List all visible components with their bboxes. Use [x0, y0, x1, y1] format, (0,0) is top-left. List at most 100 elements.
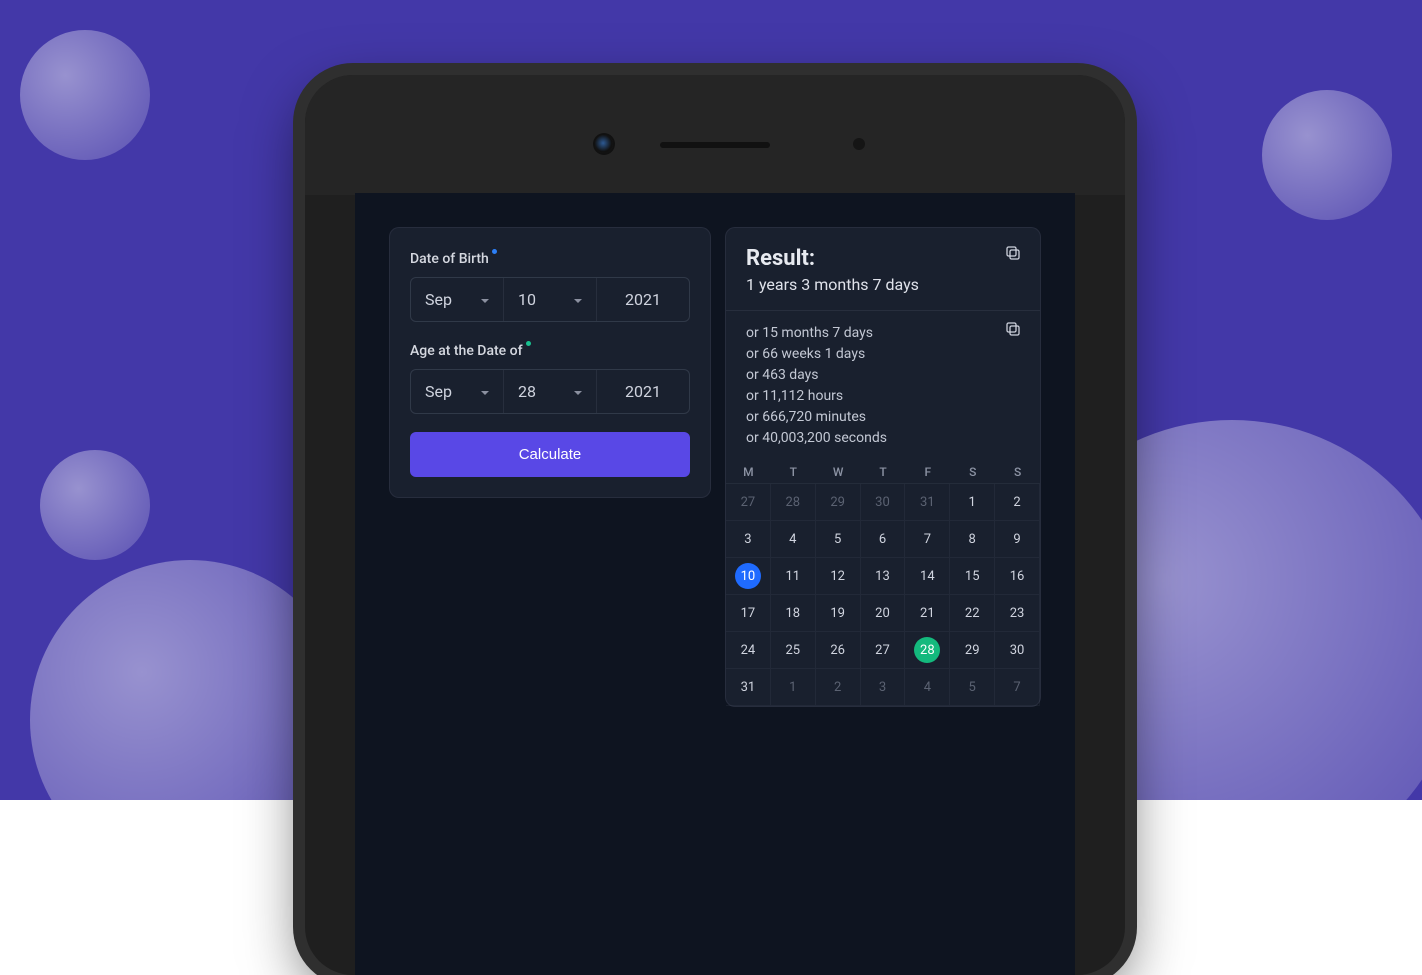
- copy-icon: [1004, 320, 1022, 338]
- calendar-day[interactable]: 28: [771, 484, 816, 521]
- result-line: or 666,720 minutes: [746, 407, 1020, 428]
- calendar-dow: M: [726, 465, 771, 479]
- calendar-dow: T: [861, 465, 906, 479]
- calendar-day[interactable]: 20: [861, 595, 906, 632]
- copy-icon: [1004, 244, 1022, 262]
- calendar-day-selected: 10: [735, 563, 761, 589]
- calendar-dow: F: [905, 465, 950, 479]
- speaker-icon: [660, 142, 770, 148]
- calendar-day[interactable]: 19: [816, 595, 861, 632]
- calendar-day[interactable]: 26: [816, 632, 861, 669]
- age-at-label: Age at the Date of: [410, 343, 523, 359]
- calendar-day[interactable]: 25: [771, 632, 816, 669]
- target-day-select[interactable]: 28: [503, 370, 596, 413]
- calendar-day[interactable]: 7: [995, 669, 1040, 706]
- target-month-value: Sep: [425, 382, 452, 401]
- calendar-day[interactable]: 23: [995, 595, 1040, 632]
- calendar-day[interactable]: 12: [816, 558, 861, 595]
- calendar-day[interactable]: 21: [905, 595, 950, 632]
- calendar-header: MTWTFSS: [726, 465, 1040, 479]
- dob-year-input[interactable]: 2021: [596, 278, 689, 321]
- result-title: Result:: [746, 246, 1020, 271]
- dob-month-select[interactable]: Sep: [411, 278, 503, 321]
- input-panel: Date of Birth Sep 10 2021: [389, 227, 711, 498]
- dot-indicator-blue: [492, 249, 497, 254]
- calendar-day-selected: 28: [914, 637, 940, 663]
- calendar-day[interactable]: 10: [726, 558, 771, 595]
- divider: [726, 310, 1040, 311]
- dob-day-select[interactable]: 10: [503, 278, 596, 321]
- calendar-day[interactable]: 5: [816, 521, 861, 558]
- result-panel: Result: 1 years 3 months 7 days or 15 mo…: [725, 227, 1041, 707]
- calendar-day[interactable]: 18: [771, 595, 816, 632]
- calendar-day[interactable]: 16: [995, 558, 1040, 595]
- calendar-day[interactable]: 11: [771, 558, 816, 595]
- calendar-day[interactable]: 31: [726, 669, 771, 706]
- calendar-day[interactable]: 29: [816, 484, 861, 521]
- decorative-bubble: [40, 450, 150, 560]
- calendar-day[interactable]: 2: [816, 669, 861, 706]
- dot-indicator-green: [526, 341, 531, 346]
- calendar-day[interactable]: 9: [995, 521, 1040, 558]
- dob-year-value: 2021: [625, 290, 661, 309]
- calendar-day[interactable]: 7: [905, 521, 950, 558]
- calendar-day[interactable]: 30: [995, 632, 1040, 669]
- target-row: Sep 28 2021: [410, 369, 690, 414]
- dob-month-value: Sep: [425, 290, 452, 309]
- calendar-dow: S: [950, 465, 995, 479]
- calendar-day[interactable]: 31: [905, 484, 950, 521]
- calendar-day[interactable]: 15: [950, 558, 995, 595]
- result-line: or 11,112 hours: [746, 386, 1020, 407]
- calendar-day[interactable]: 30: [861, 484, 906, 521]
- app: Date of Birth Sep 10 2021: [355, 193, 1075, 975]
- target-day-value: 28: [518, 382, 536, 401]
- decorative-bubble: [30, 560, 350, 880]
- target-month-select[interactable]: Sep: [411, 370, 503, 413]
- calendar-day[interactable]: 17: [726, 595, 771, 632]
- dob-label-text: Date of Birth: [410, 251, 489, 267]
- result-line: or 15 months 7 days: [746, 323, 1020, 344]
- result-line: or 463 days: [746, 365, 1020, 386]
- calendar-day[interactable]: 6: [861, 521, 906, 558]
- tablet-frame: Date of Birth Sep 10 2021: [305, 75, 1125, 975]
- chevron-down-icon: [572, 295, 582, 305]
- calendar-day[interactable]: 5: [950, 669, 995, 706]
- dob-label: Date of Birth: [410, 251, 489, 267]
- calendar-day[interactable]: 13: [861, 558, 906, 595]
- calendar-day[interactable]: 28: [905, 632, 950, 669]
- result-line: or 66 weeks 1 days: [746, 344, 1020, 365]
- decorative-bubble: [1262, 90, 1392, 220]
- calendar-day[interactable]: 29: [950, 632, 995, 669]
- calendar-day[interactable]: 4: [905, 669, 950, 706]
- calendar-day[interactable]: 27: [726, 484, 771, 521]
- background: Date of Birth Sep 10 2021: [0, 0, 1422, 800]
- result-details: or 15 months 7 daysor 66 weeks 1 daysor …: [746, 323, 1020, 449]
- calendar-day[interactable]: 3: [726, 521, 771, 558]
- calendar-dow: W: [816, 465, 861, 479]
- calendar-day[interactable]: 24: [726, 632, 771, 669]
- sensor-icon: [853, 138, 865, 150]
- calendar-grid: 2728293031123456789101112131415161718192…: [726, 483, 1040, 706]
- dob-day-value: 10: [518, 290, 536, 309]
- calendar-day[interactable]: 1: [771, 669, 816, 706]
- age-at-label-text: Age at the Date of: [410, 343, 523, 359]
- calendar-day[interactable]: 2: [995, 484, 1040, 521]
- calculate-button[interactable]: Calculate: [410, 432, 690, 477]
- calendar-day[interactable]: 4: [771, 521, 816, 558]
- copy-details-button[interactable]: [1004, 320, 1024, 340]
- calendar-day[interactable]: 3: [861, 669, 906, 706]
- calendar-day[interactable]: 8: [950, 521, 995, 558]
- camera-icon: [595, 135, 613, 153]
- copy-result-button[interactable]: [1004, 244, 1024, 264]
- target-year-value: 2021: [625, 382, 661, 401]
- target-year-input[interactable]: 2021: [596, 370, 689, 413]
- calendar-day[interactable]: 27: [861, 632, 906, 669]
- calendar-day[interactable]: 22: [950, 595, 995, 632]
- chevron-down-icon: [479, 295, 489, 305]
- calendar-dow: T: [771, 465, 816, 479]
- calendar-dow: S: [995, 465, 1040, 479]
- result-main: 1 years 3 months 7 days: [746, 275, 1020, 294]
- calendar-day[interactable]: 14: [905, 558, 950, 595]
- calendar-day[interactable]: 1: [950, 484, 995, 521]
- chevron-down-icon: [479, 387, 489, 397]
